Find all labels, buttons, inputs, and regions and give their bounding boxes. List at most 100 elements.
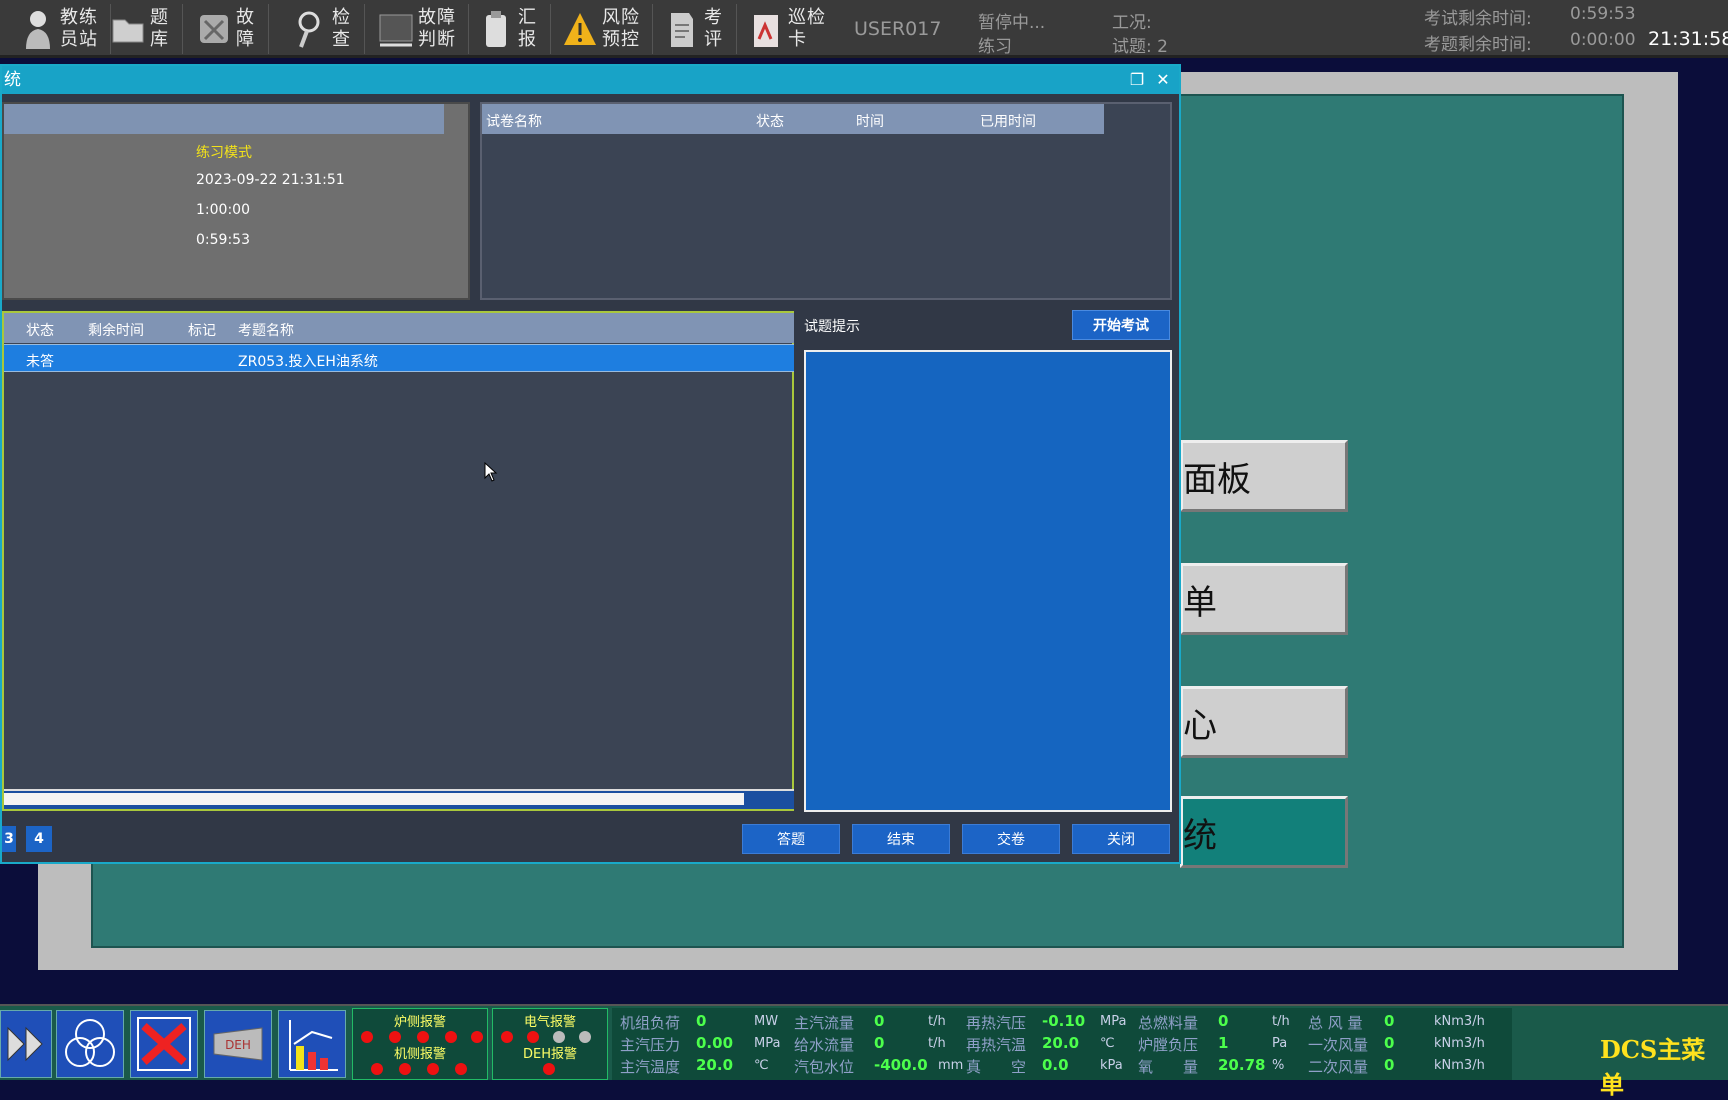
param-value: 20.78 [1218,1056,1266,1074]
param-unit: MPa [1100,1014,1127,1029]
start-exam-button[interactable]: 开始考试 [1072,310,1170,340]
fan-icon [137,1017,191,1071]
restore-icon[interactable]: ❐ [1125,66,1149,94]
param-value: -0.10 [1042,1012,1086,1030]
col-status[interactable]: 状态 [756,111,784,131]
bottom-status-bar: DEH 炉侧报警 机侧报警 电气报警 DEH报警 机组负荷 0 MW 主汽压力 … [0,1004,1728,1099]
page-4-button[interactable]: 4 [26,826,52,852]
param-value: 0 [1384,1056,1395,1074]
param-label: 总燃料量 [1138,1014,1199,1032]
param-value: 20.0 [696,1056,734,1074]
param-unit: kNm3/h [1434,1058,1485,1073]
run-status: 暂停中... [978,13,1046,33]
toolbar-check-button[interactable]: 检查 [292,4,365,54]
param-unit: t/h [928,1014,946,1029]
col-used-time[interactable]: 已用时间 [980,111,1036,131]
fan-button[interactable] [130,1010,198,1078]
submit-button[interactable]: 交卷 [962,824,1060,854]
deh-button[interactable]: DEH [204,1010,272,1078]
col-time[interactable]: 时间 [856,111,884,131]
trend-button[interactable] [278,1010,346,1078]
menu-button-center[interactable]: 心 [1180,686,1348,758]
menu-button-label: 单 [1183,582,1217,623]
total-time: 1:00:00 [196,202,250,218]
param-value: 0.0 [1042,1056,1069,1074]
start-time: 2023-09-22 21:31:51 [196,172,345,188]
col-status[interactable]: 状态 [26,320,54,340]
toolbar-instructor-button[interactable]: 教练员站 [20,4,111,54]
close-icon[interactable]: ✕ [1151,66,1175,94]
param-label: 炉膛负压 [1138,1036,1199,1054]
turbine-alarm-label: 机侧报警 [393,1047,446,1062]
param-label: 二次风量 [1308,1058,1369,1076]
param-unit: MW [754,1014,779,1029]
param-value: 0 [1218,1012,1229,1030]
toolbar-patrol-button[interactable]: 巡检卡 [748,4,838,54]
toolbar-question-bank-button[interactable]: 题库 [110,4,183,54]
toolbar-label: 故障判断 [418,7,456,50]
transformer-icon [65,1019,115,1067]
page-3-button[interactable]: 3 [2,826,16,852]
param-value: 0.00 [696,1034,734,1052]
electrical-alarm-label: 电气报警 [523,1015,576,1030]
dcs-main-menu-button[interactable]: DCS主菜单 [1600,1030,1728,1100]
toolbar-label: 教练员站 [60,7,98,50]
question-count: 试题: 2 [1112,37,1168,57]
param-unit: kNm3/h [1434,1014,1485,1029]
menu-button-list[interactable]: 单 [1180,563,1348,635]
alarm-lamp [417,1031,429,1043]
table-row[interactable]: 未答 ZR053.投入EH油系统 [4,344,794,372]
menu-button-label: 心 [1183,705,1217,746]
menu-button-panel[interactable]: 面板 [1180,440,1348,512]
nav-back-button[interactable] [0,1010,52,1078]
param-label: 主汽流量 [794,1014,855,1032]
param-label: 给水流量 [794,1036,855,1054]
param-label: 主汽温度 [620,1058,681,1076]
mouse-cursor-icon [484,462,498,482]
exam-window: 统 ❐ ✕ 练习模式 2023-09-22 21:31:51 1:00:00 0… [0,64,1181,864]
boiler-turbine-alarm-panel[interactable]: 炉侧报警 机侧报警 [352,1008,488,1080]
menu-button-label: 统 [1183,815,1217,856]
toolbar-evaluate-button[interactable]: 考评 [664,4,737,54]
menu-button-system[interactable]: 统 [1180,796,1348,868]
col-question-name[interactable]: 考题名称 [238,320,294,340]
scrollbar-thumb[interactable] [4,793,744,805]
toolbar-fault-button[interactable]: 故障 [196,4,269,54]
alarm-lamp [543,1063,555,1075]
inspect-icon [292,9,328,49]
condition-label: 工况: [1112,13,1152,33]
param-value: 20.0 [1042,1034,1080,1052]
fault-icon [196,9,232,49]
param-label: 再热汽压 [966,1014,1027,1032]
window-title: 统 [4,70,21,90]
transformer-button[interactable] [56,1010,124,1078]
double-arrow-icon [7,1026,43,1062]
remaining-time: 0:59:53 [196,232,250,248]
close-button[interactable]: 关闭 [1072,824,1170,854]
deh-alarm-label: DEH报警 [523,1047,577,1062]
trend-chart-icon [289,1020,338,1071]
window-titlebar[interactable]: 统 ❐ ✕ [2,66,1179,94]
end-button[interactable]: 结束 [852,824,950,854]
toolbar-label: 风险预控 [602,7,640,50]
electrical-deh-alarm-panel[interactable]: 电气报警 DEH报警 [492,1008,608,1080]
paper-table-header: 试卷名称 状态 时间 已用时间 [482,104,1104,134]
col-paper-name[interactable]: 试卷名称 [486,111,542,131]
param-unit: Pa [1272,1036,1288,1051]
toolbar-label: 汇报 [518,7,537,50]
toolbar-diagnose-button[interactable]: 故障判断 [378,4,469,54]
toolbar-label: 故障 [236,7,255,50]
question-remaining-value: 0:00:00 [1570,30,1636,50]
toolbar-report-button[interactable]: 汇报 [478,4,551,54]
alarm-lamp [579,1031,591,1043]
row-question-name: ZR053.投入EH油系统 [238,354,378,370]
answer-button[interactable]: 答题 [742,824,840,854]
col-remaining[interactable]: 剩余时间 [88,320,144,340]
col-mark[interactable]: 标记 [188,320,216,340]
warning-icon [562,9,598,49]
top-toolbar: 教练员站 题库 故障 检查 故障判断 汇报 风险预控 考评 巡检卡 USER01… [0,0,1728,58]
horizontal-scrollbar[interactable] [4,789,794,809]
alarm-lamp [361,1031,373,1043]
param-unit: % [1272,1058,1285,1073]
toolbar-risk-button[interactable]: 风险预控 [562,4,653,54]
